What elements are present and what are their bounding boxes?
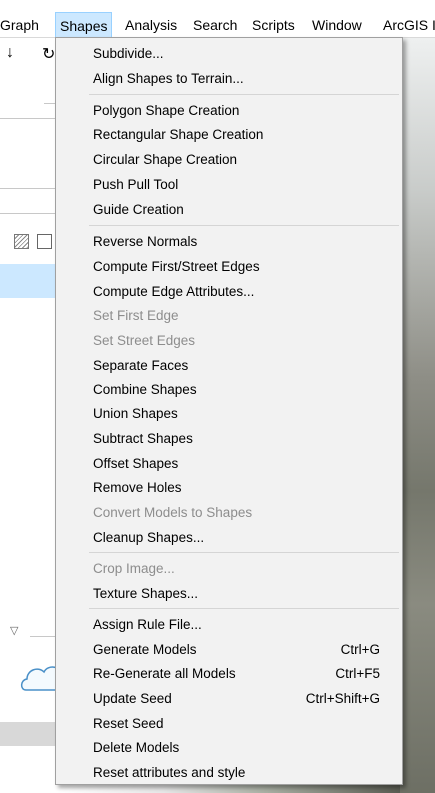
menu-item-label: Push Pull Tool (93, 177, 179, 192)
menu-separator (89, 225, 399, 226)
menu-item-set-street-edges: Set Street Edges (57, 329, 401, 353)
menu-item-offset-shapes[interactable]: Offset Shapes (57, 452, 401, 476)
menu-item-label: Set First Edge (93, 308, 179, 323)
menu-item-separate-faces[interactable]: Separate Faces (57, 354, 401, 378)
menu-item-label: Delete Models (93, 740, 180, 755)
collapse-icon[interactable]: ▽ (10, 624, 18, 637)
menu-item-compute-first-street-edges[interactable]: Compute First/Street Edges (57, 255, 401, 279)
menu-item-label: Offset Shapes (93, 456, 179, 471)
menu-item-convert-models-to-shapes: Convert Models to Shapes (57, 501, 401, 525)
menu-item-remove-holes[interactable]: Remove Holes (57, 476, 401, 500)
menu-item-assign-rule-file[interactable]: Assign Rule File... (57, 613, 401, 637)
menu-item-union-shapes[interactable]: Union Shapes (57, 402, 401, 426)
menu-item-label: Rectangular Shape Creation (93, 127, 264, 142)
menu-item-generate-models[interactable]: Generate Models Ctrl+G (57, 638, 401, 662)
menu-separator (89, 552, 399, 553)
rotate-icon[interactable]: ↻ (42, 44, 55, 64)
menu-item-label: Reverse Normals (93, 234, 198, 249)
menu-item-texture-shapes[interactable]: Texture Shapes... (57, 582, 401, 606)
menu-item-label: Polygon Shape Creation (93, 103, 240, 118)
menu-item-label: Separate Faces (93, 358, 189, 373)
divider (0, 118, 62, 119)
menu-item-shortcut: Ctrl+Shift+G (305, 691, 380, 706)
menu-item-label: Union Shapes (93, 406, 178, 421)
menu-item-label: Update Seed (93, 691, 172, 706)
menu-item-label: Cleanup Shapes... (93, 530, 205, 545)
menu-item-label: Subdivide... (93, 46, 164, 61)
menu-item-label: Circular Shape Creation (93, 152, 238, 167)
menu-item-guide-creation[interactable]: Guide Creation (57, 198, 401, 222)
checkbox[interactable] (37, 234, 52, 249)
panel-header (0, 722, 62, 746)
menu-window[interactable]: Window (312, 14, 362, 36)
menu-item-label: Reset attributes and style (93, 765, 246, 780)
hatch-pattern-icon[interactable] (14, 234, 29, 249)
menu-scripts[interactable]: Scripts (252, 14, 295, 36)
menu-item-label: Crop Image... (93, 561, 175, 576)
menu-arcgis[interactable]: ArcGIS I (383, 14, 435, 36)
menu-item-cleanup-shapes[interactable]: Cleanup Shapes... (57, 526, 401, 550)
menu-item-circular-shape-creation[interactable]: Circular Shape Creation (57, 148, 401, 172)
menu-item-polygon-shape-creation[interactable]: Polygon Shape Creation (57, 99, 401, 123)
anchor-icon[interactable]: ↓ (6, 44, 14, 62)
menu-separator (89, 94, 399, 95)
menu-item-label: Texture Shapes... (93, 586, 199, 601)
menu-item-delete-models[interactable]: Delete Models (57, 736, 401, 760)
menu-item-label: Assign Rule File... (93, 617, 202, 632)
menu-item-label: Re-Generate all Models (93, 666, 236, 681)
menu-item-label: Align Shapes to Terrain... (93, 71, 244, 86)
menu-search[interactable]: Search (193, 14, 237, 36)
menu-item-combine-shapes[interactable]: Combine Shapes (57, 378, 401, 402)
viewport-3d[interactable] (400, 38, 435, 793)
menu-item-label: Compute Edge Attributes... (93, 284, 255, 299)
menu-separator (89, 608, 399, 609)
menu-item-compute-edge-attributes[interactable]: Compute Edge Attributes... (57, 280, 401, 304)
menu-item-shortcut: Ctrl+F5 (335, 666, 380, 681)
menu-item-align-shapes-to-terrain[interactable]: Align Shapes to Terrain... (57, 67, 401, 91)
menu-item-shortcut: Ctrl+G (340, 642, 380, 657)
menu-item-set-first-edge: Set First Edge (57, 304, 401, 328)
menu-item-regenerate-all-models[interactable]: Re-Generate all Models Ctrl+F5 (57, 662, 401, 686)
menu-item-label: Generate Models (93, 642, 197, 657)
menu-item-label: Guide Creation (93, 202, 184, 217)
menu-item-subdivide[interactable]: Subdivide... (57, 42, 401, 66)
menu-item-reset-attributes-and-style[interactable]: Reset attributes and style (57, 761, 401, 785)
selected-row[interactable] (0, 264, 62, 298)
menubar: Graph Shapes Analysis Search Scripts Win… (0, 0, 435, 38)
menu-item-update-seed[interactable]: Update Seed Ctrl+Shift+G (57, 687, 401, 711)
menu-item-push-pull-tool[interactable]: Push Pull Tool (57, 173, 401, 197)
menu-item-subtract-shapes[interactable]: Subtract Shapes (57, 427, 401, 451)
menu-item-label: Subtract Shapes (93, 431, 193, 446)
menu-item-label: Set Street Edges (93, 333, 196, 348)
divider (0, 213, 62, 214)
menu-item-label: Combine Shapes (93, 382, 197, 397)
menu-item-label: Convert Models to Shapes (93, 505, 253, 520)
menu-item-reset-seed[interactable]: Reset Seed (57, 712, 401, 736)
menu-shapes[interactable]: Shapes (55, 12, 113, 38)
shapes-menu-dropdown: Subdivide... Align Shapes to Terrain... … (55, 37, 403, 785)
menu-graph[interactable]: Graph (0, 14, 39, 36)
divider (0, 188, 62, 189)
menu-item-crop-image: Crop Image... (57, 557, 401, 581)
menu-analysis[interactable]: Analysis (125, 14, 177, 36)
menu-item-label: Compute First/Street Edges (93, 259, 260, 274)
menu-item-reverse-normals[interactable]: Reverse Normals (57, 230, 401, 254)
menu-item-rectangular-shape-creation[interactable]: Rectangular Shape Creation (57, 123, 401, 147)
menu-item-label: Reset Seed (93, 716, 164, 731)
divider (30, 636, 56, 637)
menu-item-label: Remove Holes (93, 480, 182, 495)
